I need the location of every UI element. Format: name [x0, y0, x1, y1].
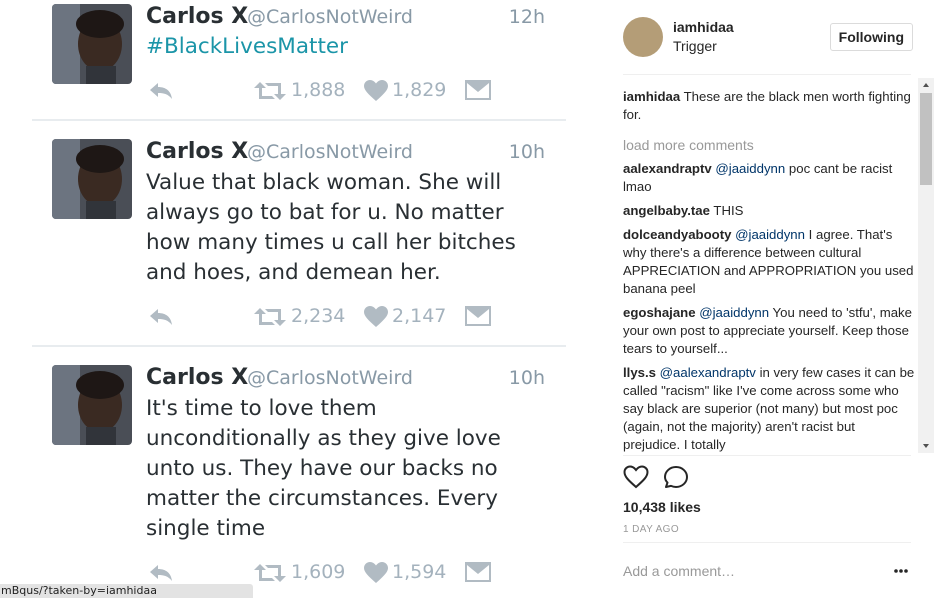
tweet-screenshot-image: Carlos X @CarlosNotWeird 12h #BlackLives…	[0, 0, 603, 598]
tweet-author-name: Carlos X	[146, 4, 249, 29]
comment-mention[interactable]: @jaaiddynn	[735, 227, 805, 242]
tweet-time: 12h	[508, 6, 545, 28]
scrollbar-thumb[interactable]	[920, 93, 932, 185]
tweet-text-line: It's time to love them	[146, 396, 377, 421]
header-divider	[623, 74, 911, 75]
following-button[interactable]: Following	[829, 23, 913, 51]
actions-divider	[623, 542, 911, 543]
comments-list: iamhidaa These are the black men worth f…	[623, 88, 915, 454]
scroll-up-arrow-icon[interactable]	[918, 78, 934, 92]
heart-icon	[364, 80, 388, 101]
comment-username[interactable]: aalexandraptv	[623, 161, 712, 176]
comment-username[interactable]: llys.s	[623, 365, 656, 380]
comment-username[interactable]: egoshajane	[623, 305, 696, 320]
tweet-hashtag: #BlackLivesMatter	[146, 34, 348, 59]
reply-icon	[150, 83, 172, 99]
comment-mention[interactable]: @jaaiddynn	[699, 305, 769, 320]
comments-scrollbar[interactable]	[918, 78, 934, 453]
load-more-comments-link[interactable]: load more comments	[623, 137, 915, 153]
comment-username[interactable]: angelbaby.tae	[623, 203, 710, 218]
comment: aalexandraptv @jaaiddynn poc cant be rac…	[623, 160, 915, 196]
reply-icon	[150, 309, 172, 325]
tweet-text-line: Value that black woman. She will	[146, 170, 502, 195]
comment-bubble-icon[interactable]	[663, 465, 689, 489]
tweet-text-line: unto us. They have our backs no	[146, 456, 498, 481]
tweet-author-name: Carlos X	[146, 365, 249, 390]
comment-mention[interactable]: @aalexandraptv	[660, 365, 756, 380]
scroll-down-arrow-icon[interactable]	[918, 439, 934, 453]
tweet-text-line: single time	[146, 516, 266, 541]
browser-status-url: mBqus/?taken-by=iamhidaa	[0, 584, 253, 598]
tweet-time: 10h	[508, 367, 545, 389]
like-count: 2,147	[392, 305, 447, 327]
post-side-panel: iamhidaa Trigger Following iamhidaa Thes…	[603, 0, 934, 598]
tweet-avatar	[52, 4, 132, 84]
like-count: 1,594	[392, 561, 447, 583]
tweet-actions: 1,888 1,829	[0, 76, 603, 106]
tweet-author-name: Carlos X	[146, 139, 249, 164]
ellipsis-icon[interactable]	[893, 566, 909, 576]
comment-username[interactable]: dolceandyabooty	[623, 227, 731, 242]
comment-username[interactable]: iamhidaa	[623, 89, 680, 104]
tweet-author-handle: @CarlosNotWeird	[247, 141, 413, 163]
add-comment-input[interactable]	[623, 560, 873, 582]
tweet-text-line: unconditionally as they give love	[146, 426, 501, 451]
tweet-author-handle: @CarlosNotWeird	[247, 6, 413, 28]
likes-count[interactable]: 10,438 likes	[623, 499, 701, 515]
retweet-count: 1,609	[291, 561, 346, 583]
retweet-count: 1,888	[291, 79, 346, 101]
post-timestamp: 1 DAY AGO	[623, 524, 680, 535]
retweet-icon	[254, 82, 286, 100]
direct-message-icon	[465, 306, 491, 326]
owner-avatar[interactable]	[623, 17, 663, 57]
direct-message-icon	[465, 562, 491, 582]
retweet-icon	[254, 308, 286, 326]
tweet-time: 10h	[508, 141, 545, 163]
like-count: 1,829	[392, 79, 447, 101]
comment: llys.s @aalexandraptv in very few cases …	[623, 364, 915, 454]
heart-icon	[364, 562, 388, 583]
retweet-icon	[254, 564, 286, 582]
retweet-count: 2,234	[291, 305, 346, 327]
tweet-text-line: always go to bat for u. No matter	[146, 200, 504, 225]
tweet-text-line: matter the circumstances. Every	[146, 486, 498, 511]
caption: iamhidaa These are the black men worth f…	[623, 88, 915, 124]
heart-icon[interactable]	[623, 465, 649, 489]
comment-text: THIS	[713, 203, 744, 218]
reply-icon	[150, 565, 172, 581]
tweet-avatar	[52, 365, 132, 445]
comment: dolceandyabooty @jaaiddynn I agree. That…	[623, 226, 915, 298]
post-header: iamhidaa Trigger Following	[623, 17, 913, 59]
comment-mention[interactable]: @jaaiddynn	[715, 161, 785, 176]
comment: angelbaby.tae THIS	[623, 202, 915, 220]
direct-message-icon	[465, 80, 491, 100]
comments-divider	[623, 455, 911, 456]
tweet-text-line: and hoes, and demean her.	[146, 260, 441, 285]
tweet-actions: 2,234 2,147	[0, 302, 603, 332]
tweet-text: Value that black woman. She will always …	[146, 168, 566, 288]
post-location[interactable]: Trigger	[673, 38, 717, 54]
owner-username[interactable]: iamhidaa	[673, 19, 734, 35]
tweet-author-handle: @CarlosNotWeird	[247, 367, 413, 389]
comment: egoshajane @jaaiddynn You need to 'stfu'…	[623, 304, 915, 358]
tweet-text: It's time to love them unconditionally a…	[146, 394, 566, 544]
tweet-text-line: how many times u call her bitches	[146, 230, 516, 255]
tweet-divider	[32, 345, 566, 347]
tweet-divider	[32, 119, 566, 121]
tweet-avatar	[52, 139, 132, 219]
heart-icon	[364, 306, 388, 327]
